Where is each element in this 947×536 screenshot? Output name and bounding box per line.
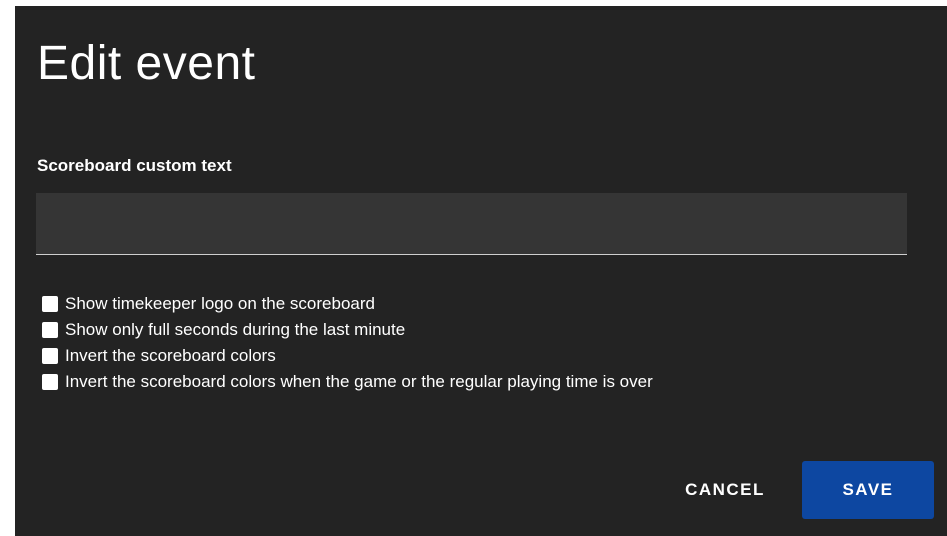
- save-button[interactable]: SAVE: [802, 461, 934, 519]
- dialog-title: Edit event: [37, 37, 256, 90]
- option-invert-colors[interactable]: Invert the scoreboard colors: [42, 343, 653, 369]
- invert-colors-game-over-checkbox[interactable]: [42, 374, 58, 390]
- scoreboard-custom-text-input[interactable]: [36, 193, 907, 255]
- full-seconds-checkbox[interactable]: [42, 322, 58, 338]
- option-show-timekeeper-logo[interactable]: Show timekeeper logo on the scoreboard: [42, 291, 653, 317]
- option-invert-colors-game-over[interactable]: Invert the scoreboard colors when the ga…: [42, 369, 653, 395]
- invert-colors-checkbox[interactable]: [42, 348, 58, 364]
- options-list: Show timekeeper logo on the scoreboard S…: [42, 291, 653, 395]
- timekeeper-logo-checkbox[interactable]: [42, 296, 58, 312]
- option-label: Invert the scoreboard colors when the ga…: [65, 372, 653, 391]
- edit-event-dialog: Edit event Scoreboard custom text Show t…: [15, 6, 947, 536]
- option-label: Invert the scoreboard colors: [65, 346, 276, 365]
- option-label: Show timekeeper logo on the scoreboard: [65, 294, 375, 313]
- cancel-button[interactable]: CANCEL: [655, 461, 795, 519]
- scoreboard-custom-text-label: Scoreboard custom text: [37, 156, 232, 175]
- option-full-seconds-last-minute[interactable]: Show only full seconds during the last m…: [42, 317, 653, 343]
- option-label: Show only full seconds during the last m…: [65, 320, 406, 339]
